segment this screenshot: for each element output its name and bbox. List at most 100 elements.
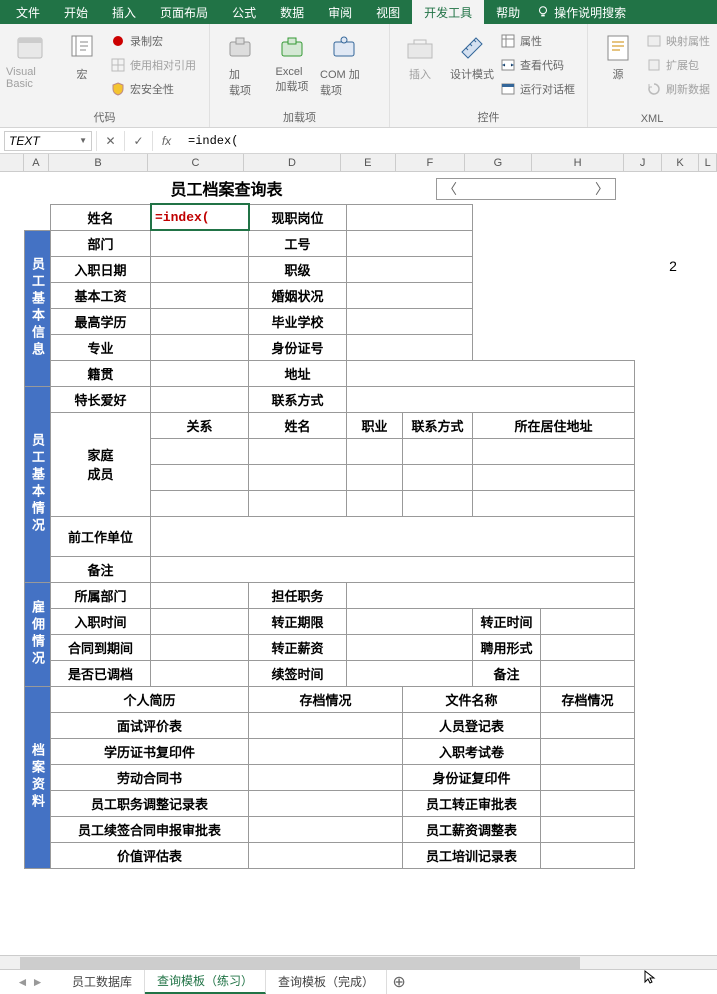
label-edu: 最高学历 [51, 308, 151, 334]
page-title: 员工档案查询表 [51, 172, 403, 204]
label-employ-type: 聘用形式 [473, 634, 541, 660]
xml-source-button[interactable]: 源 [594, 26, 642, 82]
label-hiredate: 入职日期 [51, 256, 151, 282]
horizontal-scrollbar[interactable] [0, 955, 717, 969]
relative-ref-button[interactable]: 使用相对引用 [110, 54, 196, 76]
accept-formula-button[interactable]: ✓ [124, 131, 152, 151]
col-header[interactable]: L [699, 154, 717, 172]
label-salary-adjust: 员工薪资调整表 [403, 816, 541, 842]
name-box[interactable]: TEXT ▼ [4, 131, 92, 151]
group-xml-label: XML [594, 111, 710, 127]
formula-input[interactable]: =index( [180, 134, 717, 148]
com-icon [328, 32, 360, 64]
cell-k3[interactable]: 2 [654, 258, 692, 274]
refresh-button[interactable]: 刷新数据 [646, 78, 710, 100]
insert-control-button[interactable]: 插入 [396, 26, 444, 82]
label-contact: 联系方式 [249, 386, 347, 412]
label-prev-employer: 前工作单位 [51, 516, 151, 556]
scroll-right-icon[interactable]: 〉 [595, 179, 609, 199]
tab-home[interactable]: 开始 [52, 0, 100, 24]
label-renew-time: 续签时间 [249, 660, 347, 686]
view-code-button[interactable]: 查看代码 [500, 54, 575, 76]
scrollbar-thumb[interactable] [20, 957, 580, 969]
tell-me[interactable]: 操作说明搜索 [536, 4, 626, 21]
col-header[interactable]: D [244, 154, 341, 172]
tab-formulas[interactable]: 公式 [220, 0, 268, 24]
tab-help[interactable]: 帮助 [484, 0, 532, 24]
design-mode-button[interactable]: 设计模式 [448, 26, 496, 82]
tab-insert[interactable]: 插入 [100, 0, 148, 24]
label-renew-approve: 员工续签合同申报审批表 [51, 816, 249, 842]
sheet-nav[interactable]: ◄ ► [0, 975, 60, 989]
tab-view[interactable]: 视图 [364, 0, 412, 24]
com-addins-button[interactable]: COM 加载项 [320, 26, 368, 98]
addins-icon [224, 32, 256, 64]
label-rank: 职级 [249, 256, 347, 282]
sheet-tab-db[interactable]: 员工数据库 [60, 970, 145, 994]
label-diploma: 学历证书复印件 [51, 738, 249, 764]
label-evaluation: 价值评估表 [51, 842, 249, 868]
source-icon [602, 32, 634, 64]
col-header[interactable]: F [396, 154, 465, 172]
properties-button[interactable]: 属性 [500, 30, 575, 52]
addins-button[interactable]: 加 载项 [216, 26, 264, 98]
record-icon [110, 33, 126, 49]
label-idno: 身份证号 [249, 334, 347, 360]
cancel-formula-button[interactable]: ✕ [96, 131, 124, 151]
scroll-left-icon[interactable]: 〈 [443, 179, 457, 199]
visual-basic-button[interactable]: Visual Basic [6, 26, 54, 90]
lightbulb-icon [536, 5, 550, 19]
label-belong-dept: 所属部门 [51, 582, 151, 608]
label-native: 籍贯 [51, 360, 151, 386]
macro-security-button[interactable]: 宏安全性 [110, 78, 196, 100]
label-idcopy: 身份证复印件 [403, 764, 541, 790]
run-dialog-button[interactable]: 运行对话框 [500, 78, 575, 100]
toolbox-icon [404, 32, 436, 64]
label-file-name: 文件名称 [403, 686, 541, 712]
sheet-tab-done[interactable]: 查询模板（完成） [266, 970, 387, 994]
label-interview: 面试评价表 [51, 712, 249, 738]
col-header[interactable]: A [24, 154, 50, 172]
label-remark2: 备注 [473, 660, 541, 686]
col-header[interactable]: C [148, 154, 245, 172]
label-relation: 关系 [151, 412, 249, 438]
tab-file[interactable]: 文件 [4, 0, 52, 24]
label-marital: 婚姻状况 [249, 282, 347, 308]
fx-button[interactable]: fx [152, 131, 180, 151]
scrollbar-control[interactable]: 〈 〉 [436, 178, 616, 200]
select-all-corner[interactable] [0, 154, 24, 172]
section-basic-situation: 员工基本情况 [25, 386, 51, 582]
label-probation: 转正期限 [249, 608, 347, 634]
col-header[interactable]: E [341, 154, 396, 172]
col-header[interactable]: K [662, 154, 699, 172]
map-props-button[interactable]: 映射属性 [646, 30, 710, 52]
label-archive-status2: 存档情况 [541, 686, 635, 712]
label-archive-status: 存档情况 [249, 686, 403, 712]
col-header[interactable]: H [532, 154, 625, 172]
dropdown-icon[interactable]: ▼ [79, 136, 87, 145]
expansion-button[interactable]: 扩展包 [646, 54, 710, 76]
col-header[interactable]: G [465, 154, 532, 172]
tab-review[interactable]: 审阅 [316, 0, 364, 24]
macro-button[interactable]: 宏 [58, 26, 106, 82]
group-code-label: 代码 [6, 107, 203, 127]
label-remark: 备注 [51, 556, 151, 582]
editing-cell[interactable]: =index( [151, 204, 249, 230]
label-faddress: 所在居住地址 [473, 412, 635, 438]
label-dept: 部门 [51, 230, 151, 256]
label-fname: 姓名 [249, 412, 347, 438]
record-macro-button[interactable]: 录制宏 [110, 30, 196, 52]
add-sheet-button[interactable]: ⊕ [387, 972, 411, 992]
section-basic-info: 员工基本信息 [25, 230, 51, 386]
ruler-icon [456, 32, 488, 64]
tab-developer[interactable]: 开发工具 [412, 0, 484, 24]
tab-data[interactable]: 数据 [268, 0, 316, 24]
col-header[interactable]: B [49, 154, 147, 172]
label-resume: 个人简历 [51, 686, 249, 712]
section-employment: 雇佣情况 [25, 582, 51, 686]
tab-layout[interactable]: 页面布局 [148, 0, 220, 24]
sheet-tab-practice[interactable]: 查询模板（练习） [145, 970, 266, 994]
excel-addins-button[interactable]: Excel 加载项 [268, 26, 316, 94]
label-duty-change: 员工职务调整记录表 [51, 790, 249, 816]
col-header[interactable]: J [624, 154, 661, 172]
